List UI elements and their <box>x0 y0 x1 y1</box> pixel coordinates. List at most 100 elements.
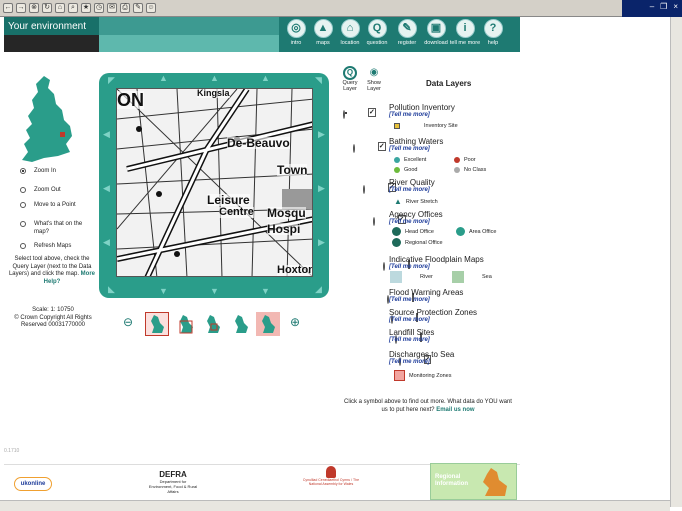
nav-download[interactable]: ▣ download <box>423 19 449 46</box>
query-icon: Q <box>343 66 357 80</box>
vertical-scrollbar[interactable] <box>670 17 682 507</box>
favorites-icon[interactable]: ★ <box>81 3 91 13</box>
pan-e-icon[interactable]: ▶ <box>318 130 325 139</box>
nav-label: location <box>340 40 360 46</box>
zoom-level-5[interactable] <box>256 312 280 336</box>
zoom-level-3[interactable] <box>201 312 225 336</box>
query-radio[interactable] <box>352 144 355 153</box>
email-us-link[interactable]: Email us now <box>436 407 474 413</box>
legend-dot-icon <box>456 227 465 236</box>
minimize-icon[interactable]: – <box>648 2 656 11</box>
show-checkbox[interactable]: ✓ <box>377 142 386 151</box>
help-icon: ? <box>483 19 503 38</box>
regional-information-link[interactable]: Regional Information <box>430 463 517 500</box>
pan-n-icon[interactable]: ▲ <box>210 74 219 83</box>
nafw-logo[interactable]: Cynulliad Cenedlaethol Cymru / The Natio… <box>300 466 362 486</box>
street-map[interactable]: ON Kingsla De-Beauvo Town Leisure Centre Mosqu… <box>116 88 313 277</box>
tool-3[interactable]: What's that on the map? <box>20 220 84 236</box>
tool-0[interactable]: Zoom In <box>20 167 84 175</box>
legend-dot-icon <box>454 157 460 163</box>
nav-help[interactable]: ? help <box>480 19 506 46</box>
query-radio[interactable] <box>343 110 345 119</box>
pan-se-icon[interactable]: ◢ <box>315 285 322 294</box>
ukonline-logo[interactable]: ukonline <box>14 477 52 491</box>
legend-item: Area Office <box>456 227 496 236</box>
pan-s-icon[interactable]: ▼ <box>261 287 270 296</box>
legend-label: River Stretch <box>405 199 438 205</box>
tell-me-more-link[interactable]: [Tell me more] <box>389 359 430 365</box>
pan-w-icon[interactable]: ◀ <box>103 184 110 193</box>
uk-outline <box>22 76 72 162</box>
legend-label: Head Office <box>405 228 434 235</box>
register-icon: ✎ <box>397 19 417 38</box>
zoom-level-4[interactable] <box>229 312 253 336</box>
history-icon[interactable]: ◷ <box>94 3 104 13</box>
tell-me-more-link[interactable]: [Tell me more] <box>389 317 430 323</box>
pan-w-icon[interactable]: ◀ <box>103 238 110 247</box>
tell-me-more-link[interactable]: [Tell me more] <box>389 219 430 225</box>
edit-icon[interactable]: ✎ <box>133 3 143 13</box>
pan-s-icon[interactable]: ▼ <box>159 287 168 296</box>
forward-icon[interactable]: → <box>16 3 26 13</box>
tool-radio[interactable] <box>20 168 26 174</box>
tool-1[interactable]: Zoom Out <box>20 186 84 194</box>
zoom-in-icon[interactable]: ⊕ <box>290 315 300 329</box>
back-icon[interactable]: ← <box>3 3 13 13</box>
print-icon[interactable]: ⎙ <box>120 3 130 13</box>
legend-item: Inventory Site <box>394 123 458 129</box>
uk-locator-map[interactable] <box>14 74 76 166</box>
inventory-site-icon <box>394 123 400 129</box>
tell-me-more-link[interactable]: [Tell me more] <box>389 297 430 303</box>
nav-location[interactable]: ⌂ location <box>337 19 363 46</box>
tell-me-more-link[interactable]: [Tell me more] <box>389 112 430 118</box>
defra-logo[interactable]: DEFRA Department for Environment, Food &… <box>148 470 198 494</box>
zoom-out-icon[interactable]: ⊖ <box>123 315 133 329</box>
tool-2[interactable]: Move to a Point <box>20 201 84 209</box>
pan-e-icon[interactable]: ▶ <box>318 238 325 247</box>
zoom-level-2[interactable] <box>174 312 198 336</box>
nav-tell-me-more[interactable]: i tell me more <box>450 19 480 46</box>
pan-n-icon[interactable]: ▲ <box>159 74 168 83</box>
location-icon: ⌂ <box>340 19 360 38</box>
scale-info: Scale: 1: 10750 © Crown Copyright All Ri… <box>8 307 98 330</box>
show-checkbox[interactable]: ✓ <box>368 108 376 117</box>
home-icon[interactable]: ⌂ <box>55 3 65 13</box>
nav-maps[interactable]: ▲ maps <box>310 19 336 46</box>
tell-me-more-link[interactable]: [Tell me more] <box>389 187 430 193</box>
query-radio[interactable] <box>362 185 365 194</box>
refresh-icon[interactable]: ↻ <box>42 3 52 13</box>
browser-toolbar: ← → ⊗ ↻ ⌂ ⌕ ★ ◷ ✉ ⎙ ✎ ☺ <box>0 0 682 17</box>
tell-me-more-link[interactable]: [Tell me more] <box>389 264 430 270</box>
tool-radio[interactable] <box>20 243 26 249</box>
query-radio[interactable] <box>372 217 375 226</box>
horizontal-scrollbar[interactable] <box>0 500 670 511</box>
page-number: 0.1710 <box>4 448 20 454</box>
mail-icon[interactable]: ✉ <box>107 3 117 13</box>
zoom-level-1[interactable] <box>145 312 169 336</box>
pan-n-icon[interactable]: ▲ <box>261 74 270 83</box>
nav-intro[interactable]: ◎ intro <box>283 19 309 46</box>
pan-w-icon[interactable]: ◀ <box>103 130 110 139</box>
nav-register[interactable]: ✎ register <box>394 19 420 46</box>
stop-icon[interactable]: ⊗ <box>29 3 39 13</box>
pan-e-icon[interactable]: ▶ <box>318 184 325 193</box>
tell-me-more-link[interactable]: [Tell me more] <box>389 146 430 152</box>
messenger-icon[interactable]: ☺ <box>146 3 156 13</box>
query-radio[interactable] <box>382 262 385 271</box>
restore-icon[interactable]: ❐ <box>658 2 669 11</box>
tell-me-more-link[interactable]: [Tell me more] <box>389 337 430 343</box>
close-icon[interactable]: × <box>671 2 680 11</box>
footer-note: Click a symbol above to find out more. W… <box>343 398 513 414</box>
search-icon[interactable]: ⌕ <box>68 3 78 13</box>
nav-question[interactable]: Qquestion <box>364 19 390 46</box>
tool-4[interactable]: Refresh Maps <box>20 242 84 250</box>
pan-sw-icon[interactable]: ◣ <box>108 285 115 294</box>
map-label: Mosqu <box>267 206 306 220</box>
tool-radio[interactable] <box>20 202 26 208</box>
tool-hint: Select tool above, check the Query Layer… <box>6 256 98 286</box>
pan-s-icon[interactable]: ▼ <box>210 287 219 296</box>
pan-ne-icon[interactable]: ◥ <box>315 76 322 85</box>
tool-radio[interactable] <box>20 187 26 193</box>
tool-radio[interactable] <box>20 221 26 227</box>
pan-nw-icon[interactable]: ◤ <box>108 76 115 85</box>
